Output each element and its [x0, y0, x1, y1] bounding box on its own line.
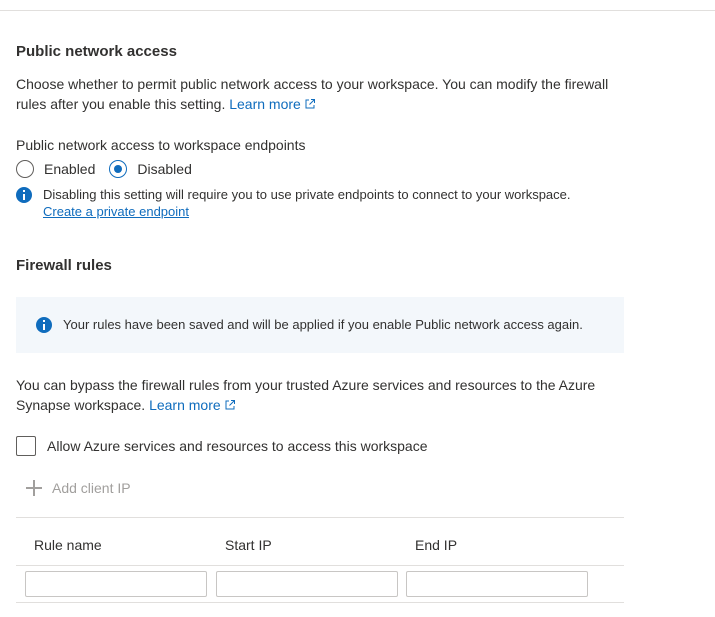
info-icon: [16, 187, 32, 203]
learn-more-label: Learn more: [149, 397, 221, 413]
info-icon: [36, 317, 52, 333]
learn-more-label: Learn more: [229, 96, 301, 112]
bypass-description: You can bypass the firewall rules from y…: [16, 375, 626, 415]
radio-enabled[interactable]: Enabled: [16, 160, 95, 178]
add-client-ip-button[interactable]: Add client IP: [24, 478, 131, 498]
public-access-radio-group: Enabled Disabled: [16, 158, 206, 180]
column-header-start-ip: Start IP: [225, 537, 272, 553]
external-link-icon: [305, 99, 315, 109]
top-divider: [0, 10, 715, 11]
end-ip-input[interactable]: [406, 571, 588, 597]
add-client-ip-label: Add client IP: [52, 480, 131, 496]
public-access-description: Choose whether to permit public network …: [16, 74, 626, 114]
external-link-icon: [225, 400, 235, 410]
learn-more-link[interactable]: Learn more: [149, 397, 236, 413]
create-private-endpoint-link[interactable]: Create a private endpoint: [43, 204, 189, 219]
radio-disabled-circle[interactable]: [109, 160, 128, 178]
allow-azure-services-label: Allow Azure services and resources to ac…: [47, 438, 428, 454]
radio-enabled-label: Enabled: [44, 161, 96, 177]
column-header-rule-name: Rule name: [34, 537, 102, 553]
public-access-endpoints-label: Public network access to workspace endpo…: [16, 137, 306, 153]
firewall-settings-page: Public network access Choose whether to …: [0, 0, 715, 617]
plus-icon: [24, 478, 44, 498]
rule-name-input[interactable]: [25, 571, 207, 597]
table-bottom-divider: [16, 602, 624, 603]
public-network-access-heading: Public network access: [16, 43, 177, 60]
learn-more-link[interactable]: Learn more: [229, 96, 316, 112]
table-header-divider: [16, 565, 624, 566]
note-message: Disabling this setting will require you …: [43, 187, 571, 202]
radio-disabled-label: Disabled: [137, 161, 192, 177]
rules-saved-banner: Your rules have been saved and will be a…: [16, 297, 624, 353]
radio-enabled-circle[interactable]: [16, 160, 34, 178]
column-header-end-ip: End IP: [415, 537, 458, 553]
allow-azure-services-checkbox-row[interactable]: Allow Azure services and resources to ac…: [16, 436, 428, 456]
bypass-description-text: You can bypass the firewall rules from y…: [16, 377, 596, 413]
rules-saved-banner-text: Your rules have been saved and will be a…: [63, 317, 583, 332]
table-top-divider: [16, 517, 624, 518]
private-endpoint-note-text: Disabling this setting will require you …: [43, 186, 643, 220]
radio-disabled[interactable]: Disabled: [109, 160, 192, 178]
start-ip-input[interactable]: [216, 571, 398, 597]
firewall-rules-heading: Firewall rules: [16, 257, 112, 274]
allow-azure-services-checkbox[interactable]: [16, 436, 36, 456]
